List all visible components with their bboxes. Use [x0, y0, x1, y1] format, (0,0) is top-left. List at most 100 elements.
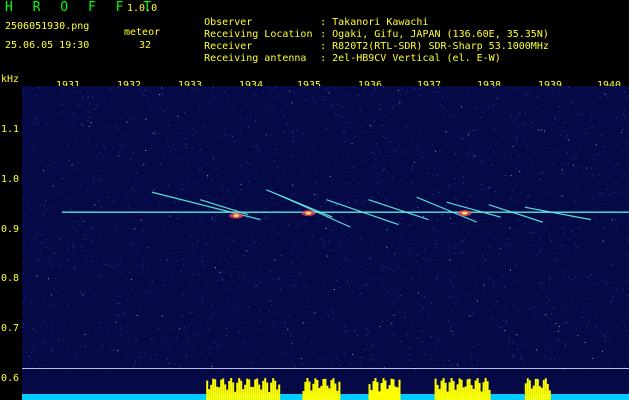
noise-pixel — [419, 94, 421, 96]
noise-pixel — [437, 191, 438, 193]
noise-pixel — [254, 241, 256, 243]
noise-pixel — [574, 92, 576, 94]
noise-pixel — [353, 322, 355, 323]
noise-pixel — [204, 234, 206, 236]
noise-pixel — [226, 328, 227, 329]
noise-pixel — [118, 199, 119, 201]
noise-pixel — [278, 346, 280, 348]
noise-pixel — [344, 350, 346, 352]
noise-pixel — [125, 193, 127, 195]
noise-pixel — [187, 181, 189, 183]
noise-pixel — [435, 150, 436, 152]
noise-pixel — [374, 230, 376, 231]
noise-pixel — [82, 98, 84, 100]
noise-pixel — [280, 255, 282, 256]
noise-pixel — [462, 164, 464, 166]
noise-pixel — [428, 173, 430, 174]
noise-pixel — [43, 342, 45, 344]
header-panel: H R O F F T 1.0.0 2506051930.png 25.06.0… — [0, 0, 629, 72]
noise-pixel — [249, 294, 251, 295]
noise-pixel — [333, 250, 335, 251]
noise-pixel — [455, 152, 457, 154]
noise-pixel — [507, 246, 509, 248]
activity-bar — [370, 390, 373, 400]
noise-pixel — [549, 276, 550, 278]
noise-pixel — [127, 205, 129, 207]
noise-pixel — [300, 338, 301, 340]
noise-pixel — [272, 226, 274, 228]
noise-pixel — [211, 100, 213, 102]
noise-pixel — [343, 353, 345, 355]
noise-pixel — [612, 217, 614, 219]
noise-pixel — [115, 321, 117, 323]
noise-pixel — [479, 277, 481, 279]
noise-pixel — [493, 86, 495, 88]
noise-pixel — [610, 301, 612, 303]
activity-bar — [336, 390, 339, 400]
noise-pixel — [124, 135, 126, 137]
noise-pixel — [572, 325, 574, 327]
meteor-count: 32 — [139, 40, 152, 51]
noise-pixel — [425, 215, 427, 217]
noise-pixel — [403, 137, 405, 139]
noise-pixel — [242, 318, 244, 320]
noise-pixel — [378, 108, 380, 110]
noise-pixel — [510, 175, 512, 177]
noise-pixel — [450, 281, 452, 283]
noise-pixel — [176, 227, 177, 228]
noise-pixel — [184, 327, 185, 329]
image-filename: 2506051930.png — [5, 21, 90, 32]
noise-pixel — [439, 87, 440, 89]
noise-pixel — [255, 179, 257, 181]
noise-pixel — [405, 175, 407, 177]
noise-pixel — [554, 155, 556, 157]
noise-pixel — [563, 233, 565, 235]
noise-pixel — [277, 245, 279, 247]
noise-pixel — [593, 174, 595, 176]
noise-pixel — [385, 266, 387, 268]
noise-pixel — [603, 280, 605, 282]
noise-pixel — [49, 159, 51, 161]
activity-bar — [534, 378, 537, 400]
noise-pixel — [590, 274, 592, 276]
activity-bar — [220, 379, 223, 400]
noise-pixel — [41, 129, 43, 131]
noise-pixel — [382, 344, 383, 346]
noise-pixel — [527, 171, 528, 173]
noise-pixel — [304, 337, 306, 339]
noise-pixel — [291, 343, 293, 345]
noise-pixel — [111, 349, 112, 351]
activity-bar — [334, 383, 337, 400]
noise-pixel — [468, 134, 469, 136]
noise-pixel — [67, 305, 69, 307]
noise-pixel — [291, 353, 293, 355]
noise-pixel — [65, 357, 67, 359]
noise-pixel — [313, 96, 314, 98]
noise-pixel — [558, 93, 560, 95]
noise-pixel — [44, 124, 46, 126]
noise-pixel — [471, 225, 473, 226]
noise-pixel — [521, 182, 522, 183]
noise-pixel — [234, 266, 236, 268]
noise-pixel — [623, 91, 625, 93]
noise-pixel — [242, 341, 244, 343]
noise-pixel — [433, 90, 435, 92]
noise-pixel — [568, 280, 570, 282]
noise-pixel — [544, 226, 546, 228]
noise-pixel — [322, 247, 324, 249]
activity-bar — [314, 378, 317, 400]
noise-pixel — [78, 221, 80, 223]
noise-pixel — [566, 320, 568, 322]
noise-pixel — [183, 112, 185, 114]
noise-pixel — [562, 178, 564, 180]
noise-pixel — [192, 135, 194, 136]
noise-pixel — [191, 349, 193, 351]
noise-pixel — [280, 109, 282, 110]
noise-pixel — [306, 315, 307, 317]
noise-pixel — [197, 151, 199, 153]
noise-pixel — [274, 149, 276, 150]
noise-pixel — [389, 289, 391, 291]
noise-pixel — [142, 94, 144, 96]
noise-pixel — [128, 179, 130, 181]
noise-pixel — [425, 307, 427, 309]
